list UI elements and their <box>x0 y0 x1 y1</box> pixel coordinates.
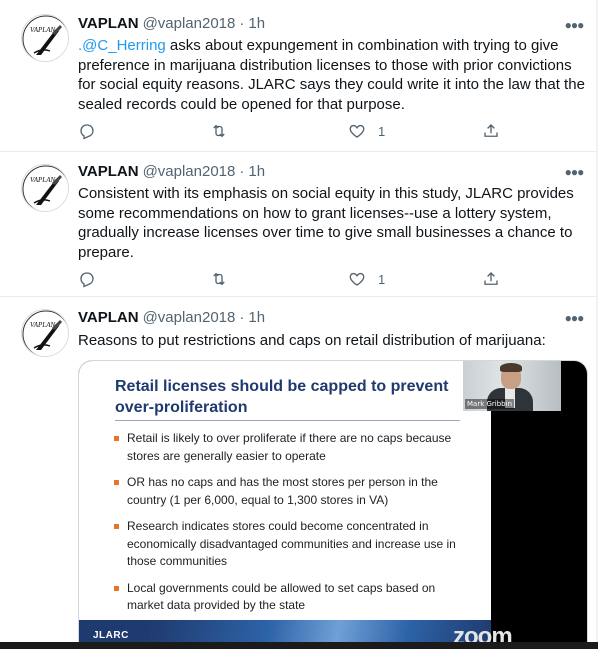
tweet-text: Reasons to put restrictions and caps on … <box>78 332 546 349</box>
retweet-icon <box>213 272 225 286</box>
reply-icon <box>80 272 94 288</box>
retweet-icon <box>213 124 225 138</box>
handle[interactable]: @vaplan2018 <box>143 15 236 32</box>
svg-text:VAPLAN: VAPLAN <box>30 321 55 329</box>
tweet-media-image[interactable]: Retail licenses should be capped to prev… <box>78 360 588 649</box>
webcam-hair <box>500 363 522 372</box>
mention-link[interactable]: .@C_Herring <box>78 37 166 54</box>
slide-bullet: OR has no caps and has the most stores p… <box>113 474 458 509</box>
slide-title: Retail licenses should be capped to prev… <box>115 378 449 416</box>
like-button[interactable]: 1 <box>348 269 385 289</box>
webcam-video: Mark Gribbin <box>463 361 561 411</box>
tweet[interactable]: VAPLAN VAPLAN @vaplan2018 · 1h ●●● Reasons … <box>0 297 596 649</box>
vaplan-logo-icon: VAPLAN <box>22 15 68 61</box>
share-icon <box>484 124 498 137</box>
avatar[interactable]: VAPLAN <box>21 14 69 62</box>
more-icon: ●●● <box>564 18 585 32</box>
timeline-feed: VAPLAN VAPLAN @vaplan2018 · 1h ●●● .@C_Herr… <box>0 0 598 649</box>
svg-text:VAPLAN: VAPLAN <box>30 176 55 184</box>
heart-icon <box>349 124 365 138</box>
like-button[interactable]: 1 <box>348 121 385 141</box>
vaplan-logo-icon: VAPLAN <box>22 310 68 356</box>
display-name[interactable]: VAPLAN <box>78 309 139 326</box>
share-button[interactable] <box>482 269 500 289</box>
reply-icon <box>80 124 94 140</box>
handle[interactable]: @vaplan2018 <box>143 163 236 180</box>
slide-bullet: Retail is likely to over proliferate if … <box>113 430 458 465</box>
display-name[interactable]: VAPLAN <box>78 15 139 32</box>
reply-button[interactable] <box>78 269 96 289</box>
handle[interactable]: @vaplan2018 <box>143 309 236 326</box>
tweet-header: VAPLAN @vaplan2018 · 1h <box>78 163 265 183</box>
slide-bullet-list: Retail is likely to over proliferate if … <box>113 430 458 624</box>
heart-icon <box>349 272 365 286</box>
presentation-slide: Retail licenses should be capped to prev… <box>79 361 491 649</box>
separator-dot: · <box>239 15 245 32</box>
webcam-name-label: Mark Gribbin <box>465 399 515 409</box>
more-button[interactable]: ●●● <box>564 308 585 328</box>
tweet-actions: 1 <box>78 121 538 141</box>
retweet-button[interactable] <box>210 121 228 141</box>
tweet-actions: 1 <box>78 269 538 289</box>
reply-button[interactable] <box>78 121 96 141</box>
tweet-text: .@C_Herring asks about expungement in co… <box>78 36 588 114</box>
avatar[interactable]: VAPLAN <box>21 309 69 357</box>
like-count: 1 <box>378 271 386 287</box>
slide-bullet: Research indicates stores could become c… <box>113 518 458 571</box>
svg-text:VAPLAN: VAPLAN <box>30 26 55 34</box>
share-icon <box>484 272 498 285</box>
share-button[interactable] <box>482 121 500 141</box>
more-button[interactable]: ●●● <box>564 162 585 182</box>
tweet[interactable]: VAPLAN VAPLAN @vaplan2018 · 1h ●●● Consiste… <box>0 152 596 297</box>
more-button[interactable]: ●●● <box>564 15 585 35</box>
display-name[interactable]: VAPLAN <box>78 163 139 180</box>
more-icon: ●●● <box>564 165 585 179</box>
tweet-header: VAPLAN @vaplan2018 · 1h <box>78 15 265 35</box>
jlarc-logo: JLARC <box>93 630 129 641</box>
bottom-bar <box>0 642 598 649</box>
separator-dot: · <box>239 309 245 326</box>
more-icon: ●●● <box>564 311 585 325</box>
timestamp[interactable]: 1h <box>248 309 265 326</box>
separator-dot: · <box>239 163 245 180</box>
tweet-text: Consistent with its emphasis on social e… <box>78 185 574 261</box>
timestamp[interactable]: 1h <box>248 15 265 32</box>
avatar[interactable]: VAPLAN <box>21 164 69 212</box>
like-count: 1 <box>378 123 386 139</box>
timestamp[interactable]: 1h <box>248 163 265 180</box>
slide-bullet: Local governments could be allowed to se… <box>113 580 458 615</box>
slide-divider <box>115 420 460 421</box>
vaplan-logo-icon: VAPLAN <box>22 165 68 211</box>
retweet-button[interactable] <box>210 269 228 289</box>
tweet-header: VAPLAN @vaplan2018 · 1h <box>78 309 265 329</box>
tweet[interactable]: VAPLAN VAPLAN @vaplan2018 · 1h ●●● .@C_Herr… <box>0 0 596 152</box>
